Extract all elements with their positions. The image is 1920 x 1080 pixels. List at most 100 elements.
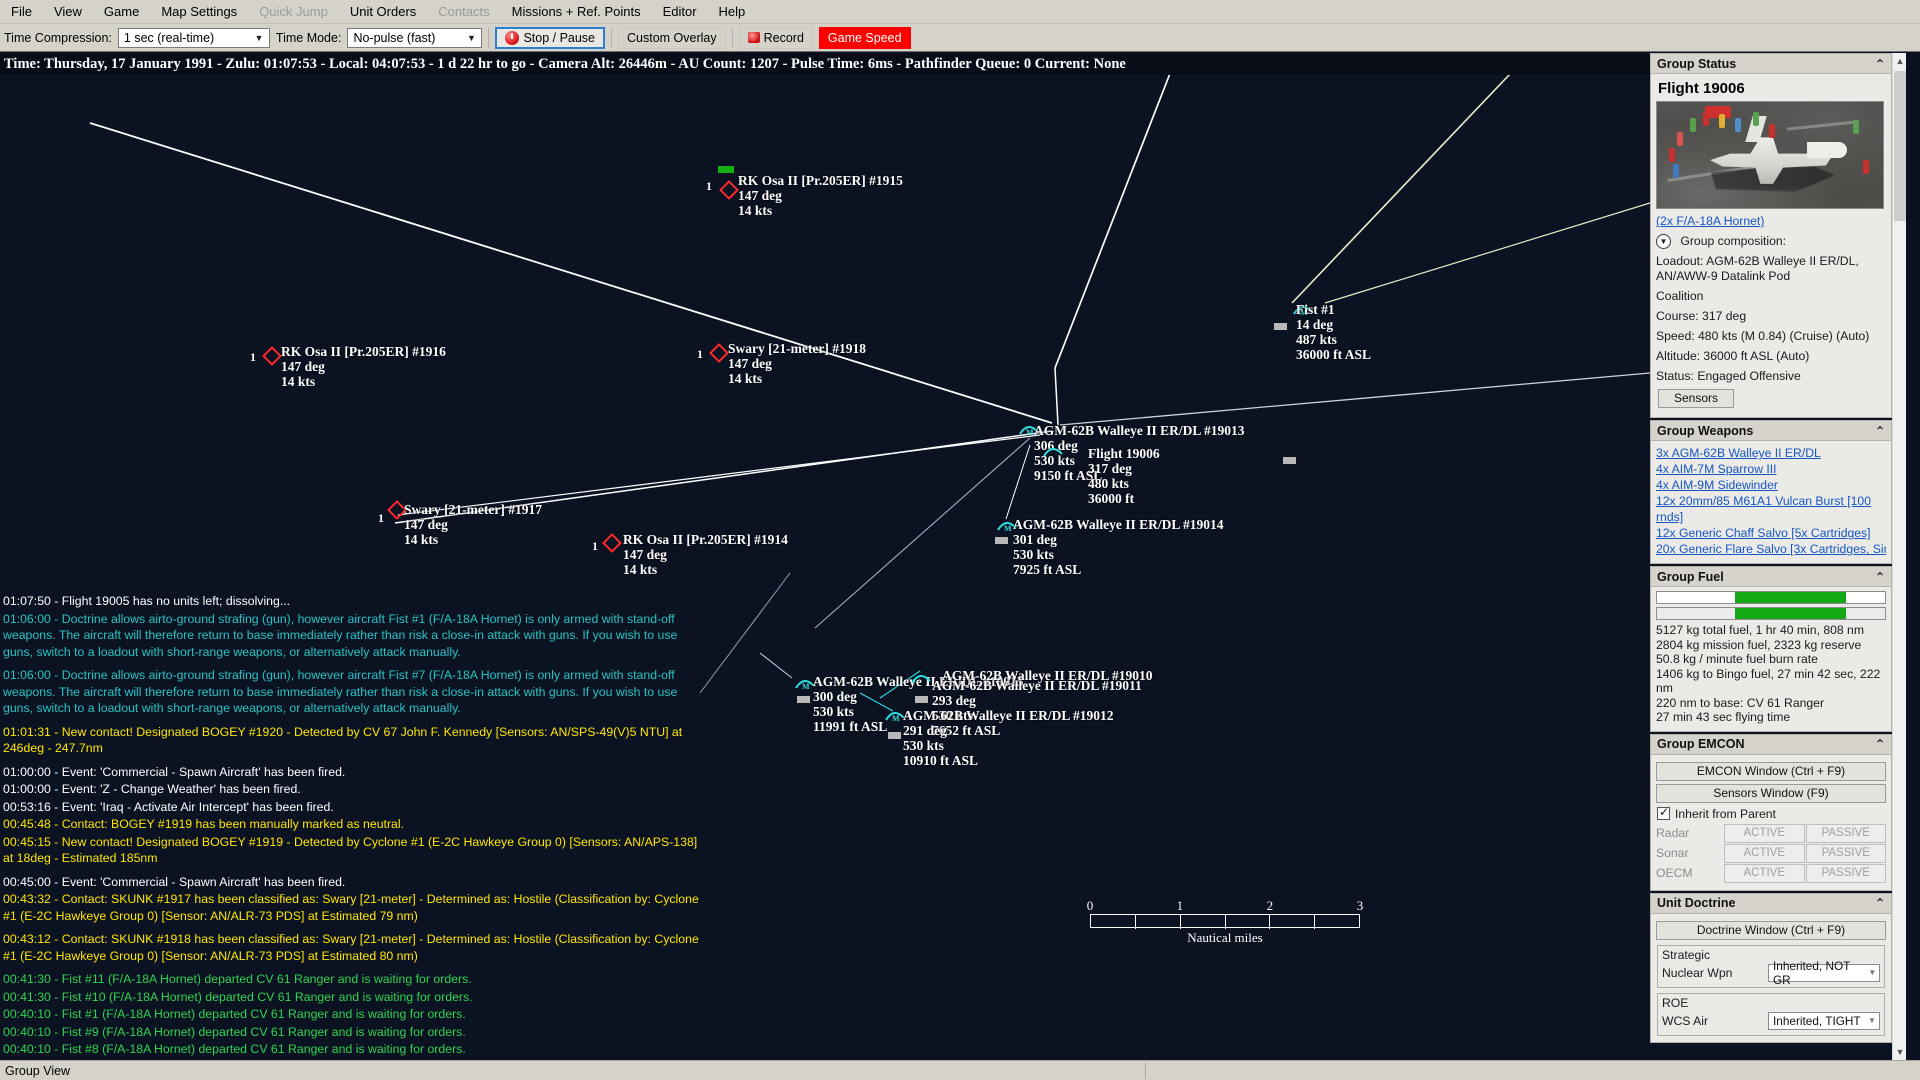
unit-label-agm-19010[interactable]: AGM-62B Walleye II ER/DL #19010 (942, 668, 1153, 683)
unit-label-agm-19012[interactable]: AGM-62B Walleye II ER/DL #19012 291 deg … (903, 708, 1114, 768)
record-button[interactable]: Record (738, 26, 813, 49)
unit-label-rk-osa-1916[interactable]: RK Osa II [Pr.205ER] #1916 147 deg 14 kt… (281, 344, 446, 389)
panel-header-group-fuel[interactable]: Group Fuel ⌃ (1651, 567, 1891, 588)
scroll-down-icon[interactable]: ▼ (1893, 1044, 1906, 1060)
doctrine-window-button[interactable]: Doctrine Window (Ctrl + F9) (1656, 920, 1886, 940)
menu-item-view[interactable]: View (43, 2, 93, 21)
unit-name: RK Osa II [Pr.205ER] #1915 (738, 173, 903, 188)
chevron-down-icon[interactable]: ▼ (1656, 234, 1671, 250)
panel-header-group-status[interactable]: Group Status ⌃ (1651, 54, 1891, 74)
weapon-item[interactable]: 12x Generic Chaff Salvo [5x Cartridges] (1656, 525, 1886, 541)
unit-label-agm-19014[interactable]: AGM-62B Walleye II ER/DL #19014 301 deg … (1013, 517, 1224, 577)
simulation-time-bar: Time: Thursday, 17 January 1991 - Zulu: … (0, 53, 1650, 75)
toolbar-divider (611, 27, 613, 48)
message-log[interactable]: 01:07:50 - Flight 19005 has no units lef… (0, 593, 700, 1060)
time-compression-select[interactable]: 1 sec (real-time) ▼ (117, 27, 270, 48)
stop-pause-button[interactable]: Stop / Pause (495, 26, 606, 49)
wcs-air-select[interactable]: Inherited, TIGHT ▼ (1768, 1011, 1880, 1030)
custom-overlay-button[interactable]: Custom Overlay (618, 26, 726, 49)
collapse-chevron-icon[interactable]: ⌃ (1875, 737, 1885, 751)
weapon-item[interactable]: 4x AIM-9M Sidewinder (1656, 477, 1886, 493)
missile-icon[interactable] (910, 670, 932, 686)
unit-speed: 14 kts (281, 374, 316, 389)
unit-marker-tail (1283, 457, 1296, 464)
inherit-from-parent-row[interactable]: Inherit from Parent (1657, 805, 1886, 821)
unit-label-flight-19006[interactable]: Flight 19006 317 deg 480 kts 36000 ft (1088, 446, 1160, 506)
fuel-line: 5127 kg total fuel, 1 hr 40 min, 808 nm (1656, 623, 1864, 638)
flight-name: Flight 19006 (1658, 80, 1745, 97)
sidebar-scrollbar[interactable]: ▲ ▼ (1892, 53, 1906, 1060)
radar-active-toggle[interactable]: ACTIVE (1724, 823, 1805, 843)
group-composition-row[interactable]: ▼ Group composition: (1656, 234, 1886, 250)
unit-label-rk-osa-1914[interactable]: RK Osa II [Pr.205ER] #1914 147 deg 14 kt… (623, 532, 788, 577)
panel-title: Group Weapons (1657, 423, 1754, 438)
menu-item-game[interactable]: Game (93, 2, 150, 21)
oecm-passive-toggle[interactable]: PASSIVE (1805, 863, 1886, 883)
unit-label-swary-1918[interactable]: Swary [21-meter] #1918 147 deg 14 kts (728, 341, 866, 386)
collapse-chevron-icon[interactable]: ⌃ (1875, 570, 1885, 584)
collapse-chevron-icon[interactable]: ⌃ (1875, 424, 1885, 438)
unit-label-swary-1917[interactable]: Swary [21-meter] #1917 147 deg 14 kts (404, 502, 542, 547)
unit-marker-tail (797, 696, 810, 703)
unit-altitude: 36000 ft ASL (1296, 347, 1372, 362)
log-entry: 00:41:30 - Fist #11 (F/A-18A Hornet) dep… (3, 972, 472, 986)
fuel-details: 5127 kg total fuel, 1 hr 40 min, 808 nm … (1656, 623, 1886, 725)
app-root: File View Game Map Settings Quick Jump U… (0, 0, 1920, 1080)
menu-item-unit-orders[interactable]: Unit Orders (339, 2, 427, 21)
panel-title: Group Fuel (1657, 569, 1724, 584)
weapon-item[interactable]: 20x Generic Flare Salvo [3x Cartridges, … (1656, 541, 1886, 557)
scale-tick: 3 (1356, 898, 1364, 913)
log-entry: 01:00:00 - Event: 'Z - Change Weather' h… (3, 782, 301, 796)
unit-speed: 530 kts (1013, 547, 1054, 562)
menu-item-missions-ref-points[interactable]: Missions + Ref. Points (501, 2, 652, 21)
menu-item-editor[interactable]: Editor (652, 2, 708, 21)
scrollbar-thumb[interactable] (1894, 71, 1906, 221)
sensors-button[interactable]: Sensors (1658, 389, 1734, 409)
toolbar-divider (488, 27, 490, 48)
map-canvas[interactable]: Time: Thursday, 17 January 1991 - Zulu: … (0, 53, 1650, 1060)
checkbox-icon[interactable] (1657, 805, 1670, 821)
map-scale-bar: 0 1 2 3 Nautical miles (1087, 898, 1364, 946)
emcon-label: Sonar (1656, 845, 1689, 860)
collapse-chevron-icon[interactable]: ⌃ (1875, 57, 1885, 71)
chevron-down-icon: ▼ (1868, 1016, 1876, 1026)
unit-marker-selected[interactable] (718, 166, 734, 173)
nuclear-weapon-select[interactable]: Inherited, NOT GR ▼ (1768, 959, 1880, 987)
panel-header-group-emcon[interactable]: Group EMCON ⌃ (1651, 734, 1891, 755)
panel-header-group-weapons[interactable]: Group Weapons ⌃ (1651, 421, 1891, 442)
scroll-up-icon[interactable]: ▲ (1893, 53, 1906, 69)
sonar-passive-toggle[interactable]: PASSIVE (1805, 843, 1886, 863)
menu-item-file[interactable]: File (0, 2, 43, 21)
unit-label-fist-1[interactable]: Fist #1 14 deg 487 kts 36000 ft ASL (1296, 302, 1371, 362)
unit-speed: 14 kts (728, 371, 763, 386)
log-entry: 00:45:48 - Contact: BOGEY #1919 has been… (3, 817, 405, 831)
radar-passive-toggle[interactable]: PASSIVE (1805, 823, 1886, 843)
panel-header-unit-doctrine[interactable]: Unit Doctrine ⌃ (1651, 893, 1891, 914)
panel-body-group-fuel: 5127 kg total fuel, 1 hr 40 min, 808 nm … (1651, 587, 1891, 731)
oecm-active-toggle[interactable]: ACTIVE (1724, 863, 1805, 883)
collapse-chevron-icon[interactable]: ⌃ (1875, 896, 1885, 910)
game-speed-indicator[interactable]: Game Speed (818, 26, 911, 49)
unit-course: 147 deg (738, 188, 782, 203)
weapon-item[interactable]: 4x AIM-7M Sparrow III (1656, 461, 1886, 477)
wcs-air-value: Inherited, TIGHT (1773, 1013, 1861, 1028)
unit-name: Flight 19006 (1088, 446, 1160, 461)
unit-name: AGM-62B Walleye II ER/DL #19014 (1013, 517, 1224, 532)
aircraft-icon[interactable] (1042, 443, 1064, 459)
chevron-down-icon: ▼ (1868, 968, 1877, 978)
menu-item-help[interactable]: Help (708, 2, 757, 21)
scale-caption: Nautical miles (1187, 930, 1263, 945)
weapon-item[interactable]: 3x AGM-62B Walleye II ER/DL (1656, 445, 1886, 461)
emcon-window-button[interactable]: EMCON Window (Ctrl + F9) (1656, 761, 1886, 781)
emcon-label: OECM (1656, 865, 1693, 880)
aircraft-type-link[interactable]: (2x F/A-18A Hornet) (1656, 213, 1886, 229)
unit-marker-tail (995, 537, 1008, 544)
time-mode-select[interactable]: No-pulse (fast) ▼ (347, 27, 483, 48)
fuel-bar-mission (1656, 607, 1886, 621)
sonar-active-toggle[interactable]: ACTIVE (1724, 843, 1805, 863)
unit-label-rk-osa-1915[interactable]: RK Osa II [Pr.205ER] #1915 147 deg 14 kt… (738, 173, 903, 218)
sensors-window-button[interactable]: Sensors Window (F9) (1656, 783, 1886, 803)
weapon-item[interactable]: 12x 20mm/85 M61A1 Vulcan Burst [100 rnds… (1656, 493, 1886, 525)
menu-item-map-settings[interactable]: Map Settings (150, 2, 248, 21)
aircraft-nose (1807, 142, 1847, 158)
